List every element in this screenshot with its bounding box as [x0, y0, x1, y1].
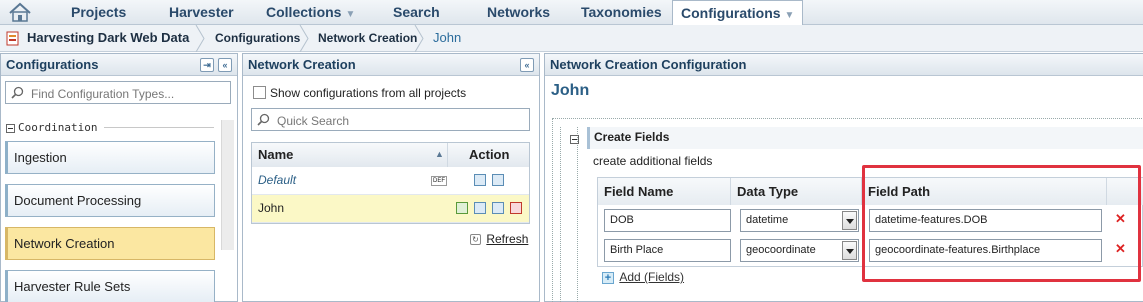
panel-title: Network Creation Configuration [545, 54, 1143, 76]
chevron-down-icon: ▼ [784, 10, 795, 21]
grid-header: Name ▲ Action [252, 143, 529, 167]
download-icon[interactable] [492, 174, 504, 186]
nav-tab-harvester[interactable]: Harvester [169, 0, 234, 25]
top-nav: Projects Harvester Collections ▼ Search N… [0, 0, 1143, 26]
copy-icon[interactable] [474, 202, 486, 214]
pin-icon[interactable]: ⇥ [200, 58, 214, 72]
search-placeholder: Find Configuration Types... [31, 87, 175, 101]
panel-title-text: Network Creation Configuration [550, 57, 747, 72]
default-badge: DEF [431, 176, 447, 186]
config-item-harvester-rule-sets[interactable]: Harvester Rule Sets [5, 270, 215, 302]
breadcrumb-separator-icon [299, 25, 309, 52]
add-fields-button[interactable]: + Add (Fields) [602, 270, 684, 284]
chevron-down-icon: ▼ [345, 9, 356, 20]
delete-icon[interactable] [510, 202, 522, 214]
divider [552, 118, 553, 302]
home-icon[interactable] [7, 2, 33, 23]
panel-title: Configurations ⇥ « [1, 54, 237, 76]
col-field-name: Field Name [598, 178, 731, 205]
add-icon: + [602, 271, 614, 284]
collapse-icon[interactable] [6, 123, 15, 133]
refresh-icon: ↻ [470, 234, 481, 246]
collapse-icon[interactable]: « [520, 58, 534, 72]
divider [577, 127, 578, 302]
panel-title-text: Configurations [6, 57, 99, 72]
config-item-network-creation[interactable]: Network Creation [5, 227, 215, 260]
nav-tab-configurations[interactable]: Configurations ▼ [672, 0, 804, 26]
search-placeholder: Quick Search [277, 114, 350, 128]
divider [552, 118, 1142, 119]
edit-icon[interactable] [456, 202, 468, 214]
quick-search[interactable]: Quick Search [251, 108, 530, 131]
config-item-ingestion[interactable]: Ingestion [5, 141, 215, 174]
data-type-select[interactable]: geocoordinate [740, 239, 859, 262]
find-config-search[interactable]: Find Configuration Types... [5, 81, 231, 104]
breadcrumb-network-creation[interactable]: Network Creation [318, 31, 417, 45]
add-fields-label: Add (Fields) [619, 270, 685, 284]
section-description: create additional fields [593, 154, 713, 168]
field-name-input[interactable]: Birth Place [604, 239, 731, 262]
breadcrumb-configurations[interactable]: Configurations [215, 31, 300, 45]
collapse-icon[interactable]: « [218, 58, 232, 72]
project-icon [6, 31, 19, 46]
collapse-icon [570, 135, 579, 145]
divider [104, 127, 214, 128]
config-grid: Name ▲ Action Default DEF John [251, 142, 530, 224]
nav-tab-projects[interactable]: Projects [71, 0, 126, 25]
data-type-value: geocoordinate [746, 244, 816, 256]
search-icon [257, 113, 270, 126]
highlight-annotation [862, 165, 1141, 282]
col-action[interactable]: Action [469, 143, 509, 166]
breadcrumb: Harvesting Dark Web Data Configurations … [0, 25, 1143, 52]
nav-tab-label: Collections [266, 4, 342, 20]
row-name: Default [258, 173, 297, 187]
copy-icon[interactable] [474, 174, 486, 186]
nav-tab-networks[interactable]: Networks [487, 0, 550, 25]
section-coordination[interactable]: Coordination [6, 121, 97, 134]
refresh-label: Refresh [486, 232, 529, 246]
config-name-title: John [551, 82, 590, 99]
search-icon [11, 86, 24, 99]
nav-tab-label: Configurations [681, 5, 781, 21]
section-collapse-toggle[interactable] [570, 132, 582, 146]
nav-tab-search[interactable]: Search [393, 0, 440, 25]
col-data-type: Data Type [731, 178, 862, 205]
chevron-down-icon[interactable] [842, 241, 857, 260]
scrollbar[interactable] [221, 120, 234, 250]
show-all-label: Show configurations from all projects [270, 86, 467, 100]
divider [560, 127, 561, 302]
nav-tab-collections[interactable]: Collections ▼ [266, 0, 355, 25]
panel-title-text: Network Creation [248, 57, 356, 72]
sort-asc-icon[interactable]: ▲ [435, 143, 444, 166]
refresh-button[interactable]: ↻ Refresh [470, 232, 528, 246]
field-name-input[interactable]: DOB [604, 209, 731, 232]
data-type-select[interactable]: datetime [740, 209, 859, 232]
data-type-value: datetime [746, 214, 789, 226]
row-name: John [258, 201, 285, 215]
download-icon[interactable] [492, 202, 504, 214]
breadcrumb-project[interactable]: Harvesting Dark Web Data [27, 30, 189, 45]
col-name[interactable]: Name [258, 143, 293, 166]
section-label-text: Coordination [18, 121, 98, 134]
table-row[interactable]: Default DEF [252, 167, 529, 195]
show-all-checkbox[interactable] [253, 86, 266, 99]
config-item-document-processing[interactable]: Document Processing [5, 184, 215, 217]
breadcrumb-current: John [433, 30, 462, 45]
breadcrumb-separator-icon [195, 25, 205, 52]
panel-title: Network Creation « [243, 54, 539, 76]
section-create-fields: Create Fields [587, 127, 1143, 149]
chevron-down-icon[interactable] [842, 211, 857, 230]
nav-tab-taxonomies[interactable]: Taxonomies [581, 0, 662, 25]
breadcrumb-separator-icon [414, 25, 424, 52]
divider [447, 143, 448, 167]
section-title: Create Fields [594, 130, 670, 144]
table-row-selected[interactable]: John [252, 195, 529, 223]
